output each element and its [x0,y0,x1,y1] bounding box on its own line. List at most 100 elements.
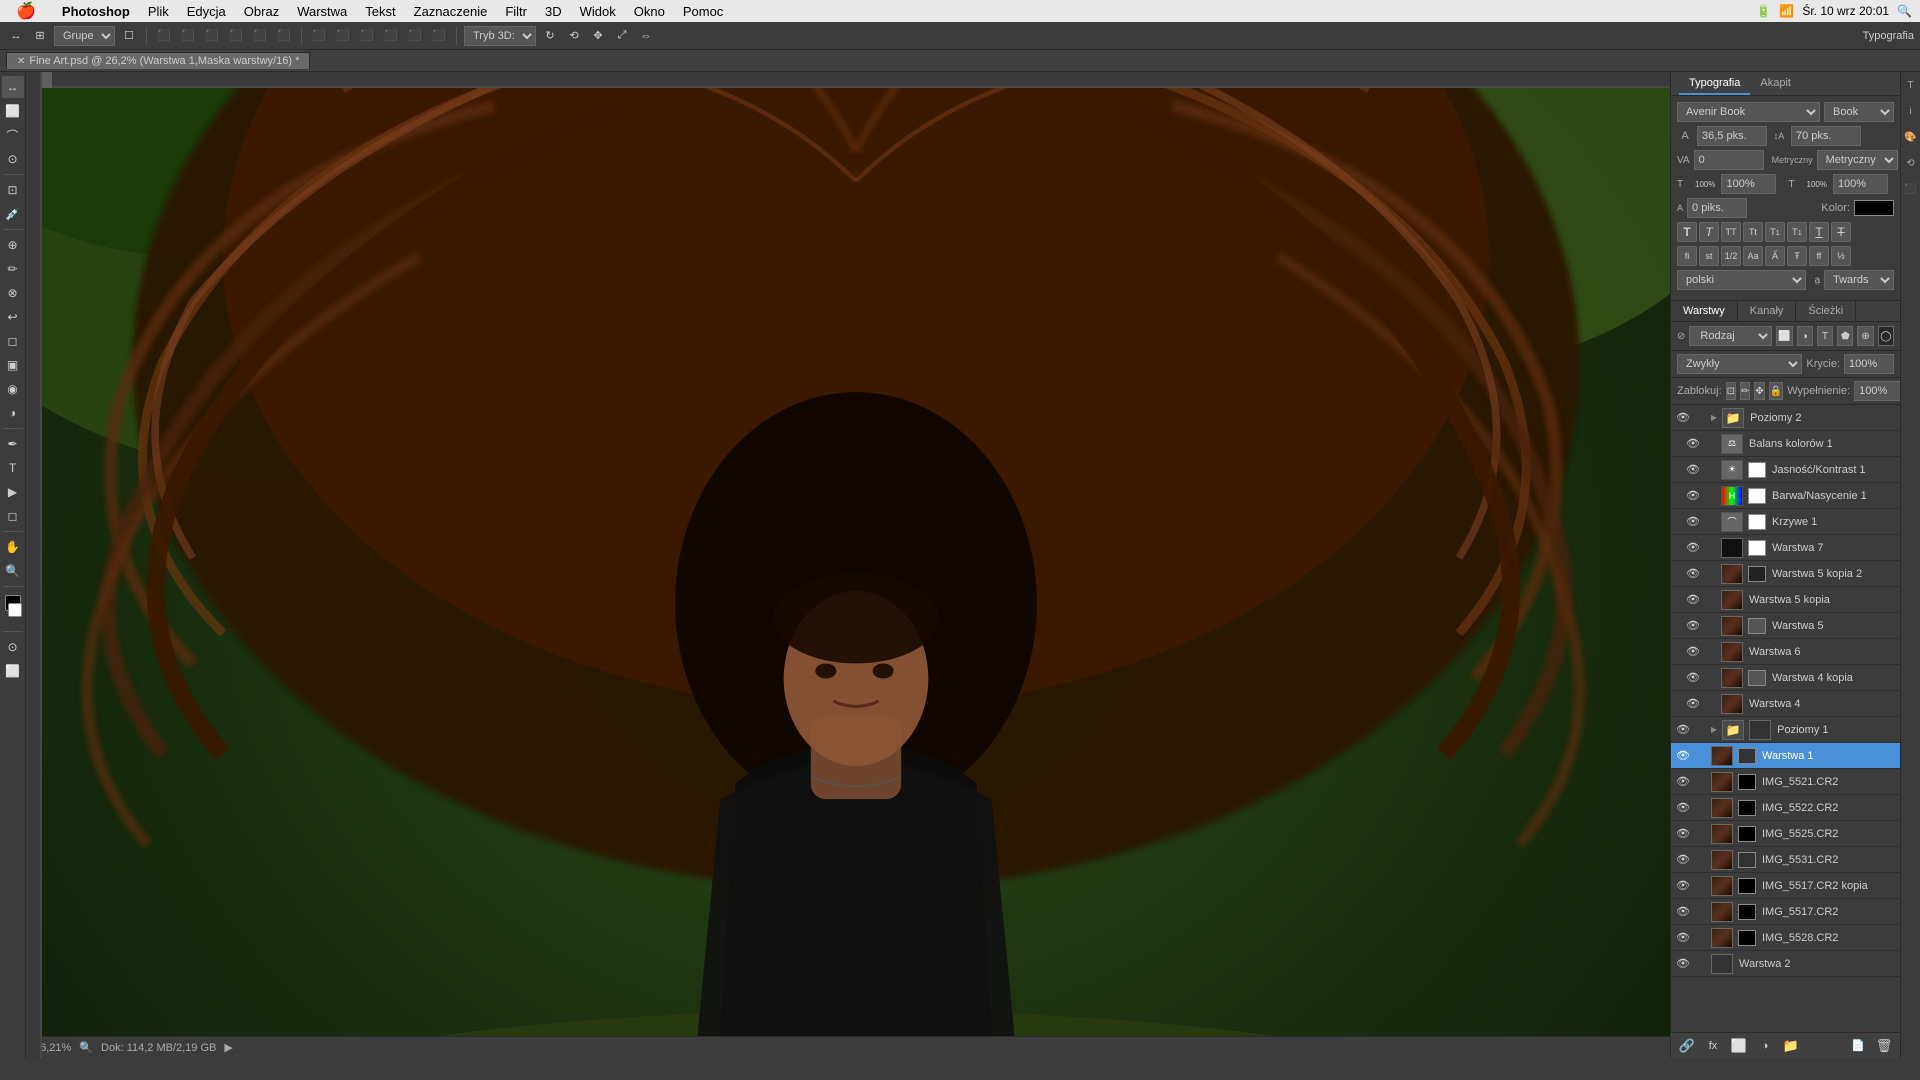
layer-visibility-toggle[interactable]: 👁 [1685,644,1701,660]
fill-input[interactable] [1854,381,1900,401]
align-center-h[interactable]: ⬛ [178,26,198,46]
layer-visibility-toggle[interactable]: 👁 [1685,540,1701,556]
distribute-center-v[interactable]: ⬛ [405,26,425,46]
layer-visibility-toggle[interactable]: 👁 [1685,592,1701,608]
rectangular-marquee-tool[interactable]: ⬜ [2,100,24,122]
menu-tekst[interactable]: Tekst [357,2,403,21]
format-subscript[interactable]: T1 [1787,222,1807,242]
kerning-select[interactable]: Metryczny [1817,150,1898,170]
layer-fx-btn[interactable]: fx [1703,1037,1723,1055]
filter-type-btn[interactable]: T [1817,326,1833,346]
layer-visibility-toggle[interactable]: 👁 [1675,826,1691,842]
play-btn[interactable]: ▶ [224,1041,232,1054]
lasso-tool[interactable]: ⌒ [2,124,24,146]
zoom-tool[interactable]: 🔍 [2,560,24,582]
layer-visibility-toggle[interactable]: 👁 [1675,904,1691,920]
filter-shape-btn[interactable]: ⬟ [1837,326,1853,346]
screen-mode[interactable]: ⬜ [2,660,24,682]
background-color[interactable] [8,603,22,617]
layer-item[interactable]: 👁 IMG_5525.CR2 [1671,821,1900,847]
layer-item[interactable]: 👁 ▶ 📁 Poziomy 2 [1671,405,1900,431]
layer-visibility-toggle[interactable]: 👁 [1685,566,1701,582]
layer-item[interactable]: 👁 H Barwa/Nasycenie 1 [1671,483,1900,509]
lock-all-btn[interactable]: 🔒 [1769,382,1783,400]
layer-visibility-toggle[interactable]: 👁 [1675,956,1691,972]
distribute-center-h[interactable]: ⬛ [333,26,353,46]
close-tab-icon[interactable]: ✕ [17,56,25,67]
format-italic[interactable]: T [1699,222,1719,242]
layer-item[interactable]: 👁 ⚖ Balans kolorów 1 [1671,431,1900,457]
layer-item[interactable]: 👁 IMG_5528.CR2 [1671,925,1900,951]
layer-visibility-toggle[interactable]: 👁 [1685,696,1701,712]
format-superscript[interactable]: T1 [1765,222,1785,242]
quick-select-tool[interactable]: ⊙ [2,148,24,170]
baseline-input[interactable] [1687,198,1747,218]
font-family-select[interactable]: Avenir Book [1677,102,1820,122]
layer-visibility-toggle[interactable]: 👁 [1685,462,1701,478]
format-ordinal[interactable]: Aa [1743,246,1763,266]
3d-scale[interactable]: ⇔ [636,26,656,46]
healing-brush-tool[interactable]: ⊕ [2,234,24,256]
layer-item[interactable]: 👁 Warstwa 5 [1671,613,1900,639]
pen-tool[interactable]: ✒ [2,433,24,455]
3d-slide[interactable]: ⤢ [612,26,632,46]
format-swash[interactable]: A̋ [1765,246,1785,266]
align-top[interactable]: ⬛ [226,26,246,46]
show-transform-controls[interactable]: ☐ [119,26,139,46]
layer-item[interactable]: 👁 IMG_5521.CR2 [1671,769,1900,795]
gradient-tool[interactable]: ▣ [2,354,24,376]
menu-filtr[interactable]: Filtr [497,2,535,21]
layer-visibility-toggle[interactable]: 👁 [1675,878,1691,894]
layer-visibility-toggle[interactable]: 👁 [1675,410,1691,426]
layer-visibility-toggle[interactable]: 👁 [1685,514,1701,530]
blend-mode-select[interactable]: Zwykły [1677,354,1802,374]
layer-item[interactable]: 👁 Warstwa 4 kopia [1671,665,1900,691]
layer-item[interactable]: 👁 ☀ Jasność/Kontrast 1 [1671,457,1900,483]
menu-obraz[interactable]: Obraz [236,2,287,21]
delete-layer-btn[interactable]: 🗑 [1874,1037,1894,1055]
menu-warstwa[interactable]: Warstwa [289,2,355,21]
layer-item[interactable]: 👁 Warstwa 5 kopia 2 [1671,561,1900,587]
clone-stamp-tool[interactable]: ⊗ [2,282,24,304]
document-tab[interactable]: ✕ Fine Art.psd @ 26,2% (Warstwa 1,Maska … [6,52,310,69]
panel-icon-typography[interactable]: T [1902,76,1920,94]
lock-position-btn[interactable]: ✥ [1754,382,1764,400]
tracking-input[interactable] [1694,150,1764,170]
text-color-swatch[interactable] [1854,200,1894,216]
aa-method-select[interactable]: Twards [1824,270,1894,290]
3d-rotate[interactable]: ↻ [540,26,560,46]
distribute-bottom[interactable]: ⬛ [429,26,449,46]
collapse-arrow[interactable]: ▶ [1711,413,1717,422]
type-tool[interactable]: T [2,457,24,479]
format-frac[interactable]: 1/2 [1721,246,1741,266]
layer-visibility-toggle[interactable]: 👁 [1675,800,1691,816]
lock-paint-btn[interactable]: ✏ [1740,382,1750,400]
format-bold[interactable]: T [1677,222,1697,242]
menu-widok[interactable]: Widok [572,2,624,21]
filter-adj-btn[interactable]: ◑ [1797,326,1813,346]
layer-visibility-toggle[interactable]: 👁 [1675,852,1691,868]
layer-filter-select[interactable]: Rodzaj [1689,326,1772,346]
layer-item-active[interactable]: 👁 Warstwa 1 [1671,743,1900,769]
new-group-btn[interactable]: 📁 [1781,1037,1801,1055]
eyedropper-tool[interactable]: 💉 [2,203,24,225]
add-adjustment-btn[interactable]: ◑ [1755,1037,1775,1055]
format-smallcaps[interactable]: Tt [1743,222,1763,242]
tab-sciezki[interactable]: Ścieżki [1796,301,1856,321]
tab-kanaly[interactable]: Kanały [1738,301,1797,321]
menu-zaznaczenie[interactable]: Zaznaczenie [406,2,496,21]
3d-roll[interactable]: ⟲ [564,26,584,46]
align-right[interactable]: ⬛ [202,26,222,46]
panel-icon-info[interactable]: i [1902,102,1920,120]
layer-item[interactable]: 👁 Warstwa 6 [1671,639,1900,665]
tab-typografia[interactable]: Typografia [1679,73,1750,95]
font-size-input[interactable] [1697,126,1767,146]
apple-menu[interactable]: 🍎 [8,0,44,23]
crop-tool[interactable]: ⊡ [2,179,24,201]
menu-okno[interactable]: Okno [626,2,673,21]
layer-item[interactable]: 👁 Warstwa 4 [1671,691,1900,717]
layer-visibility-toggle[interactable]: 👁 [1685,670,1701,686]
layer-visibility-toggle[interactable]: 👁 [1685,618,1701,634]
shape-tool[interactable]: ◻ [2,505,24,527]
format-oldstyle[interactable]: st [1699,246,1719,266]
